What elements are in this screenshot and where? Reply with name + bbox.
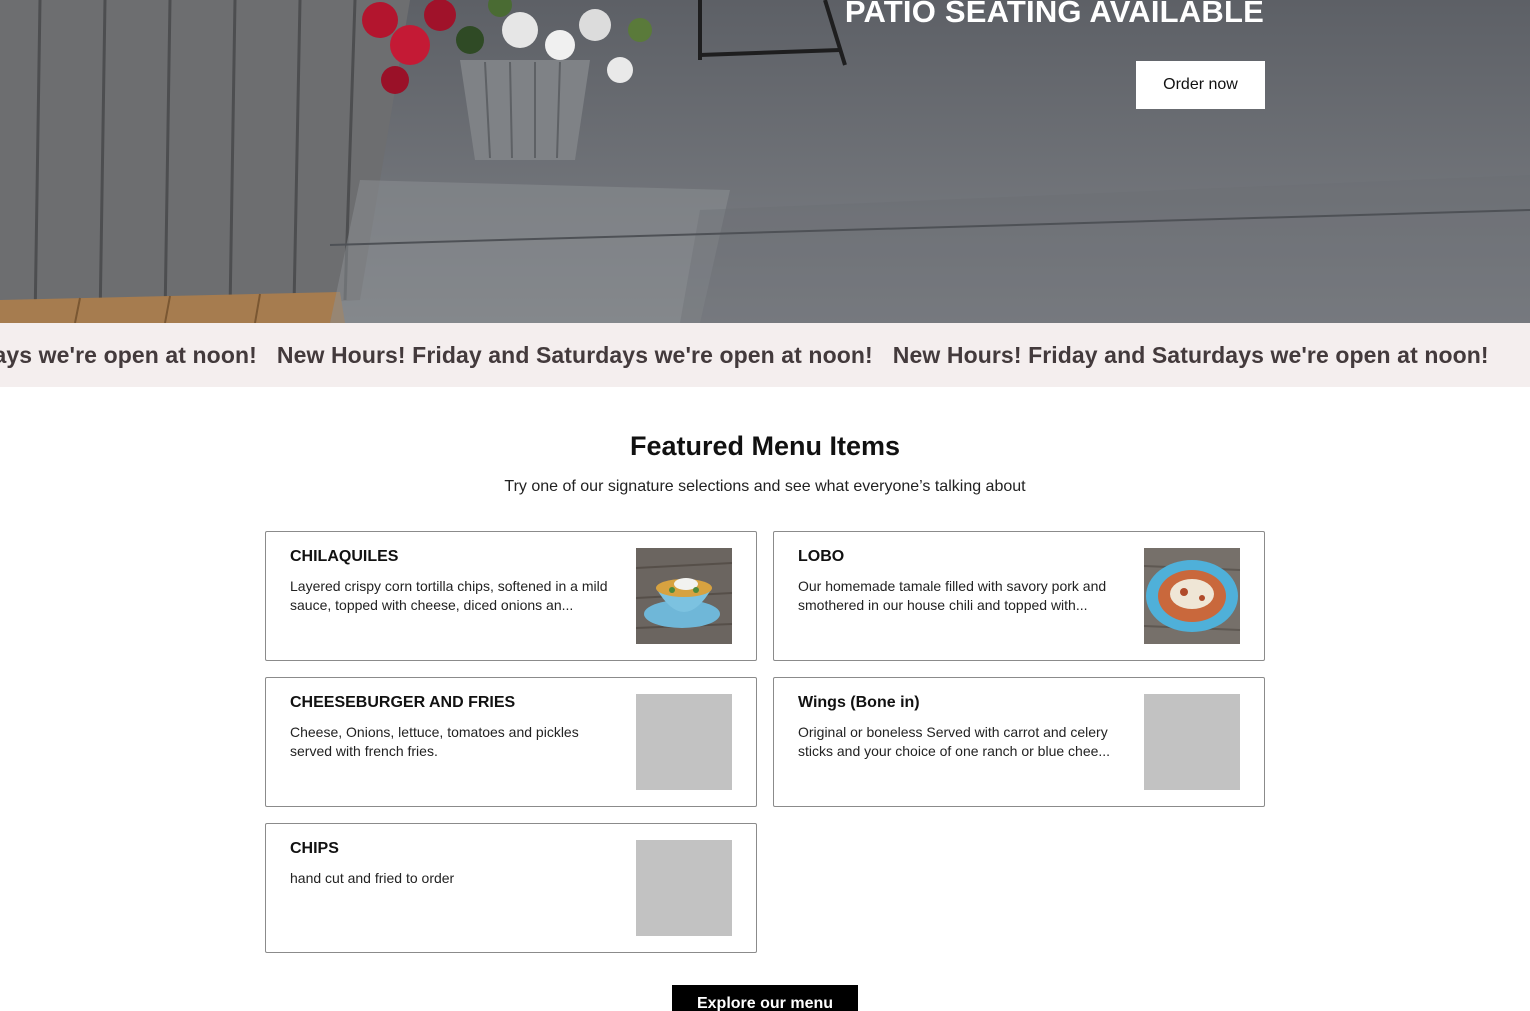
menu-item-card-lobo[interactable]: LOBO Our homemade tamale filled with sav… <box>773 531 1265 661</box>
menu-item-photo-placeholder <box>636 694 732 790</box>
announcement-marquee: New Hours! Friday and Saturdays we're op… <box>0 323 1530 387</box>
hero-patio-photo <box>0 0 1530 323</box>
order-now-button[interactable]: Order now <box>1136 61 1265 109</box>
marquee-text: New Hours! Friday and Saturdays we're op… <box>276 341 873 368</box>
featured-title: Featured Menu Items <box>629 431 901 461</box>
menu-item-photo <box>636 548 732 644</box>
menu-item-card-chilaquiles[interactable]: CHILAQUILES Layered crispy corn tortilla… <box>265 531 757 661</box>
menu-item-card-chips[interactable]: CHIPS hand cut and fried to order <box>265 823 757 953</box>
menu-item-card-wings[interactable]: Wings (Bone in) Original or boneless Ser… <box>773 677 1265 807</box>
menu-item-description: hand cut and fried to order <box>290 870 455 886</box>
menu-item-card-cheeseburger[interactable]: CHEESEBURGER AND FRIES Cheese, Onions, l… <box>265 677 757 807</box>
marquee-text: New Hours! Friday and Saturdays we're op… <box>0 341 257 368</box>
menu-item-name: Wings (Bone in) <box>798 694 920 711</box>
explore-menu-button[interactable]: Explore our menu <box>672 985 858 1011</box>
menu-item-description: Our homemade tamale filled with savory p… <box>798 578 1107 613</box>
menu-item-photo <box>1144 548 1240 644</box>
menu-item-description: Cheese, Onions, lettuce, tomatoes and pi… <box>290 724 579 759</box>
menu-item-name: CHIPS <box>290 840 339 857</box>
menu-item-name: LOBO <box>798 548 845 565</box>
menu-item-name: CHEESEBURGER AND FRIES <box>290 694 516 711</box>
menu-item-description: Original or boneless Served with carrot … <box>798 724 1111 759</box>
featured-subtitle: Try one of our signature selections and … <box>504 478 1026 495</box>
menu-item-name: CHILAQUILES <box>290 548 399 565</box>
hero-banner: PATIO SEATING AVAILABLE Order now <box>0 0 1530 323</box>
marquee-text: New Hours! Friday and Saturdays we're op… <box>892 341 1489 368</box>
menu-item-description: Layered crispy corn tortilla chips, soft… <box>290 578 608 613</box>
menu-item-photo-placeholder <box>1144 694 1240 790</box>
explore-menu-label: Explore our menu <box>696 995 834 1011</box>
hero-title: PATIO SEATING AVAILABLE <box>844 0 1264 29</box>
menu-item-photo-placeholder <box>636 840 732 936</box>
